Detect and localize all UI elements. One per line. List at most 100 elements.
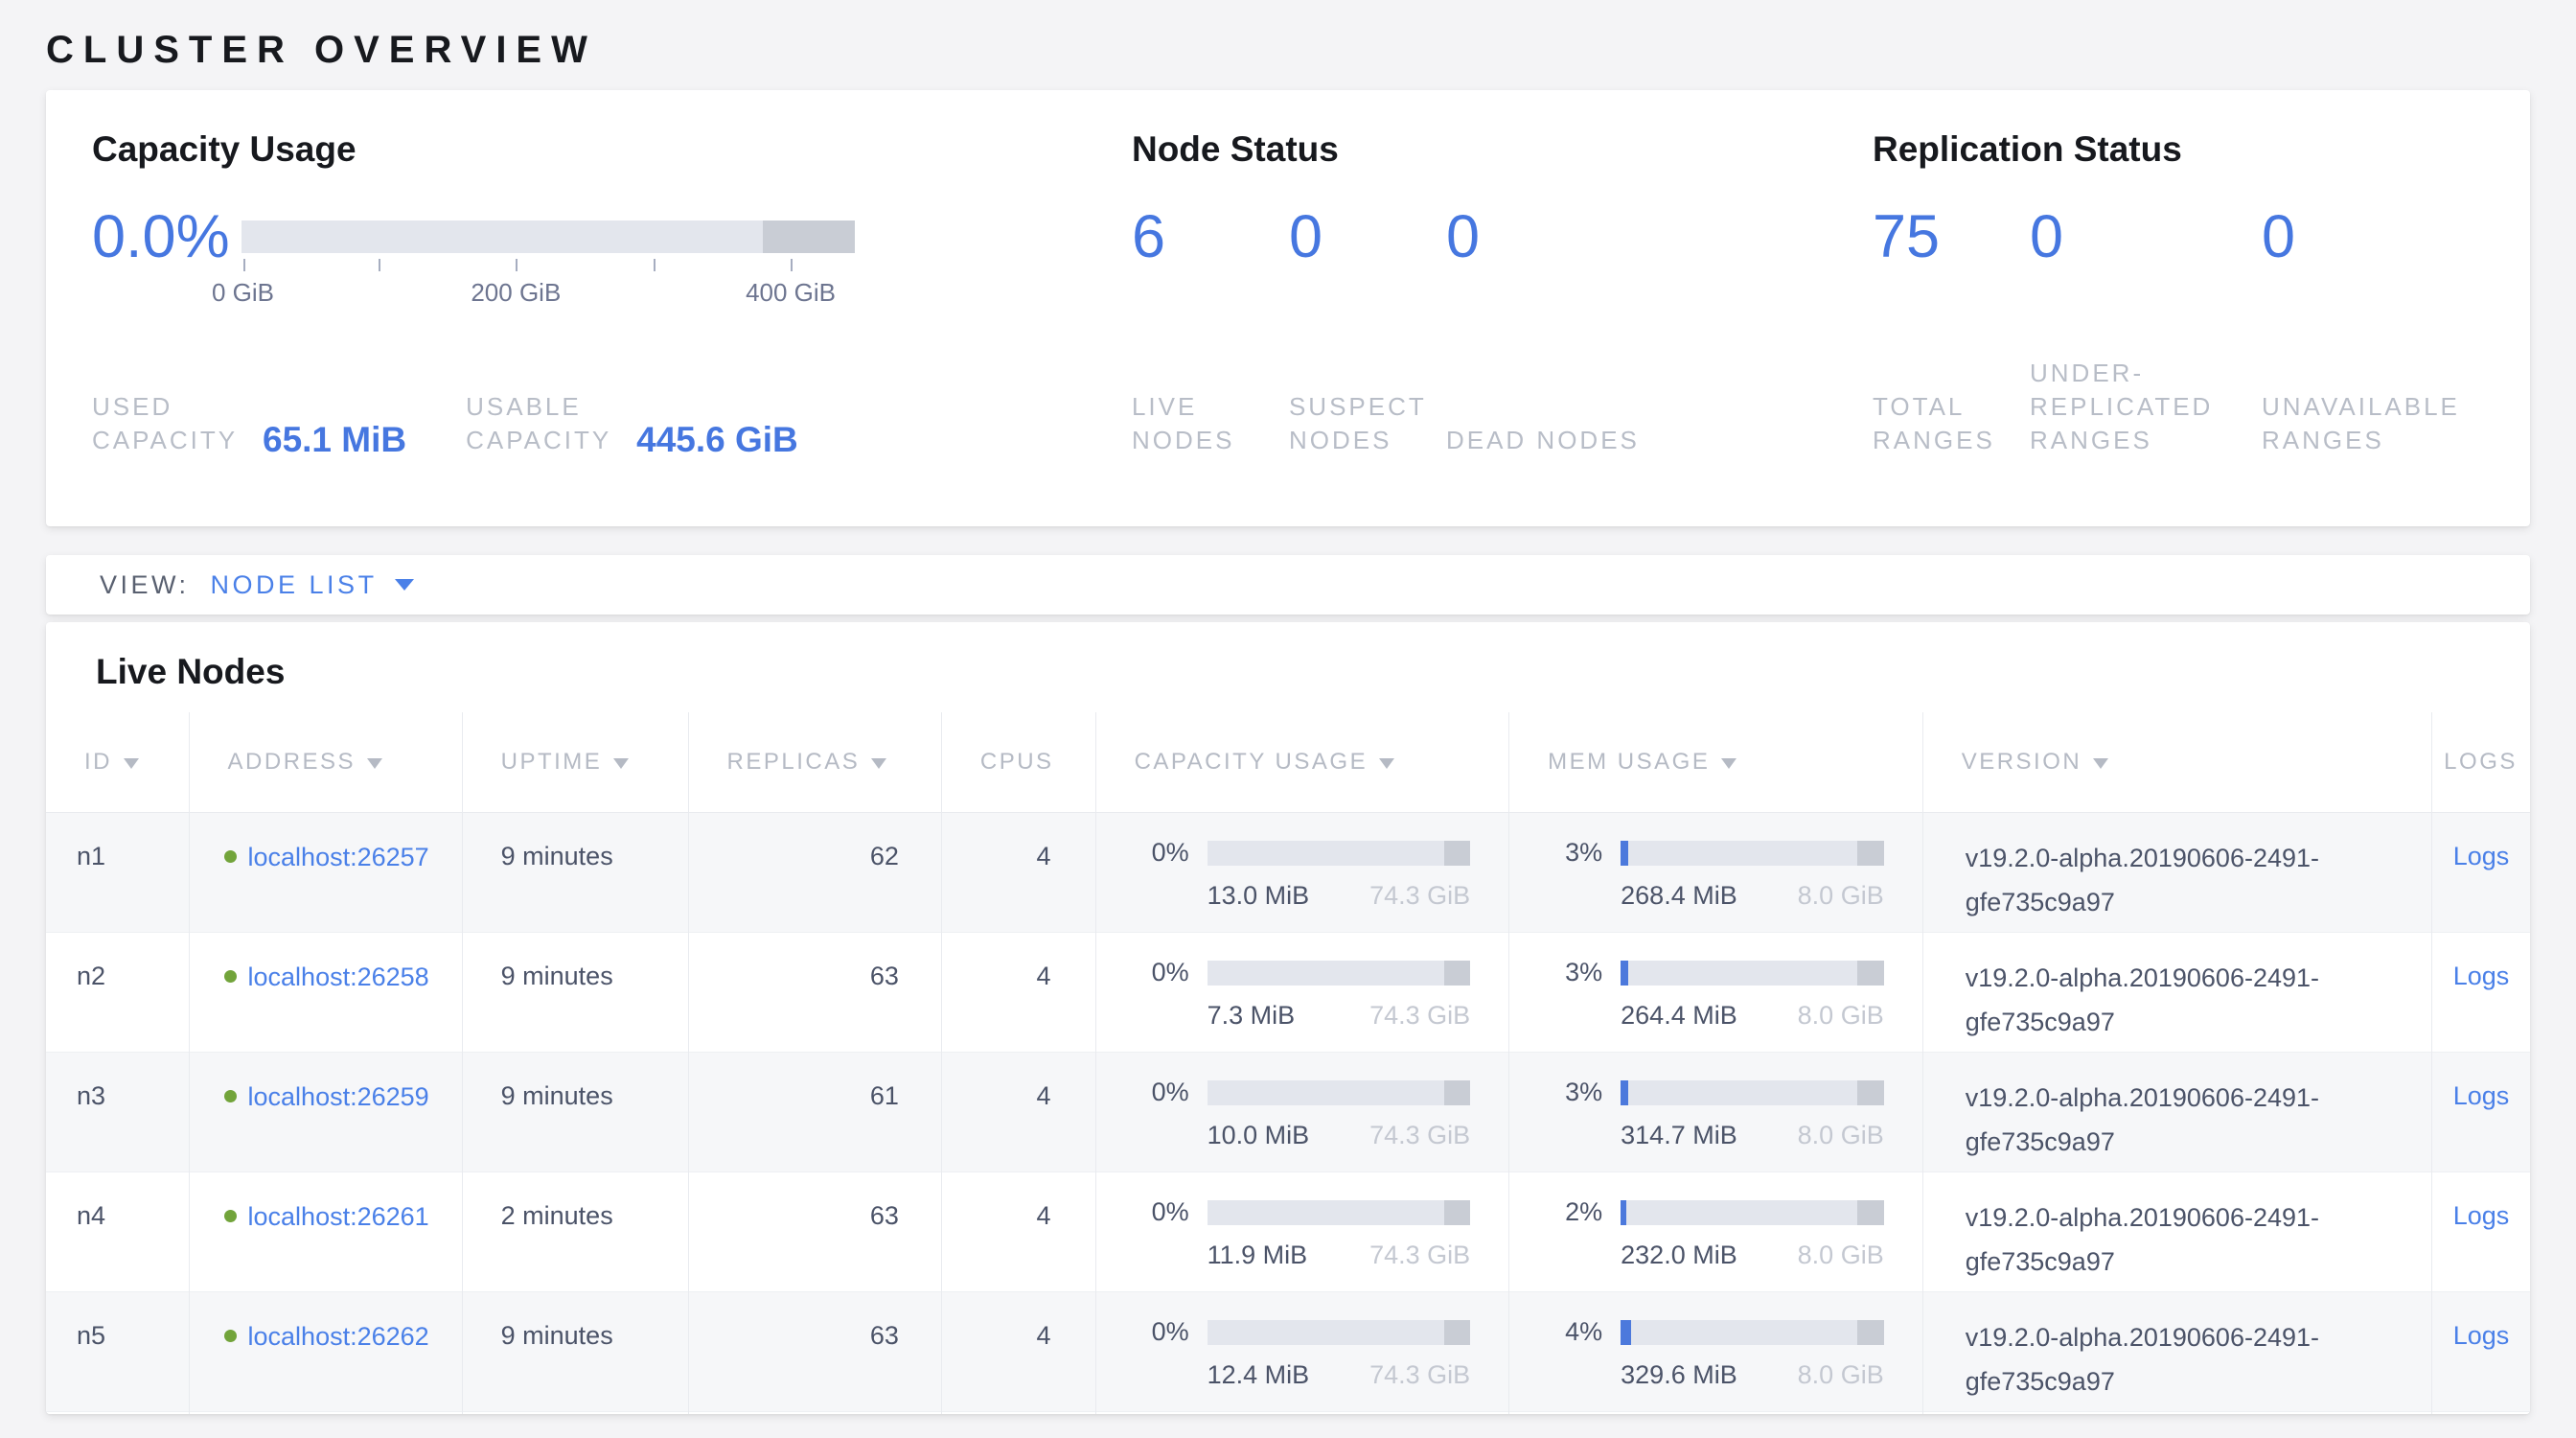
capacity-used-value: 11.9 MiB — [1208, 1241, 1308, 1270]
uptime-cell: 9 minutes — [462, 1292, 688, 1412]
capacity-bar-track — [242, 220, 855, 253]
column-header-mem[interactable]: MEM USAGE — [1509, 712, 1923, 813]
column-header-cpus: CPUS — [941, 712, 1095, 813]
logs-cell: Logs — [2432, 1053, 2530, 1172]
version-cell: v19.2.0-alpha.20190606-2491-gfe735c9a97 — [1922, 1053, 2431, 1172]
column-header-logs: LOGS — [2432, 712, 2530, 813]
capacity-bar: 0 GiB 200 GiB 400 GiB — [242, 220, 855, 270]
mem-usage-fill — [1621, 1200, 1625, 1225]
cpus-cell: 4 — [941, 1172, 1095, 1292]
cpus-cell: 4 — [941, 1292, 1095, 1412]
used-capacity-value: 65.1 MiB — [263, 420, 406, 460]
mem-usage-bar — [1621, 1320, 1884, 1345]
capacity-total-value: 74.3 GiB — [1369, 1001, 1470, 1031]
column-header-label: ADDRESS — [228, 749, 356, 775]
under-replicated-label: UNDER-REPLICATED RANGES — [2030, 357, 2239, 457]
node-address-link[interactable]: localhost:26258 — [248, 963, 429, 991]
mem-total-value: 8.0 GiB — [1798, 1360, 1884, 1390]
capacity-usage-cell: 0% 12.4 MiB 74.3 GiB — [1095, 1292, 1509, 1412]
axis-tick-label: 200 GiB — [471, 278, 561, 308]
node-address-cell: localhost:26262 — [189, 1292, 462, 1412]
replicas-cell: 61 — [688, 1053, 941, 1172]
view-label: VIEW: — [100, 570, 190, 600]
axis-tick-label: 400 GiB — [746, 278, 836, 308]
usable-capacity-label: USABLE CAPACITY — [466, 390, 615, 457]
column-header-label: CPUS — [980, 749, 1054, 775]
version-cell: v19.2.0-alpha.20190606-2491-gfe735c9a97 — [1922, 933, 2431, 1053]
capacity-total-value: 74.3 GiB — [1369, 1360, 1470, 1390]
mem-used-value: 264.4 MiB — [1621, 1001, 1737, 1031]
column-header-label: VERSION — [1962, 749, 2082, 775]
column-header-uptime[interactable]: UPTIME — [462, 712, 688, 813]
mem-total-value: 8.0 GiB — [1798, 1241, 1884, 1270]
replicas-cell: 63 — [688, 933, 941, 1053]
view-selector-dropdown[interactable]: NODE LIST — [211, 570, 414, 600]
column-header-address[interactable]: ADDRESS — [189, 712, 462, 813]
live-nodes-table: ID ADDRESS UPTIME REPLICAS CPUS CAPACITY USAG… — [46, 712, 2530, 1414]
capacity-percent-label: 0% — [1152, 958, 1198, 987]
partial-row-body — [46, 1412, 2530, 1415]
replication-status-section: Replication Status 75 0 0 TOTAL RANGES U… — [1873, 128, 2492, 457]
logs-link[interactable]: Logs — [2453, 962, 2510, 990]
mem-percent-label: 3% — [1565, 838, 1611, 868]
column-header-label: ID — [84, 749, 112, 775]
capacity-usage-bar — [1208, 1320, 1471, 1345]
column-header-replicas[interactable]: REPLICAS — [688, 712, 941, 813]
node-address-link[interactable]: localhost:26259 — [248, 1082, 429, 1111]
capacity-stats: USED CAPACITY 65.1 MiB USABLE CAPACITY 4… — [92, 390, 1132, 457]
axis-tick — [654, 259, 656, 271]
axis-tick — [791, 259, 793, 271]
usable-capacity-stat: USABLE CAPACITY 445.6 GiB — [466, 390, 798, 457]
replication-values: 75 0 0 — [1873, 203, 2492, 270]
node-status-labels: LIVE NODES SUSPECT NODES DEAD NODES — [1132, 390, 1873, 457]
version-cell: v19.2.0-alpha.20190606-2491-gfe735c9a97 — [1922, 1172, 2431, 1292]
capacity-used-value: 10.0 MiB — [1208, 1121, 1310, 1150]
logs-link[interactable]: Logs — [2453, 1321, 2510, 1350]
capacity-total-value: 74.3 GiB — [1369, 881, 1470, 911]
capacity-usage-bar — [1208, 1200, 1471, 1225]
column-header-label: UPTIME — [501, 749, 603, 775]
column-header-id[interactable]: ID — [46, 712, 189, 813]
capacity-total-value: 74.3 GiB — [1369, 1241, 1470, 1270]
logs-cell: Logs — [2432, 933, 2530, 1053]
replicas-cell: 63 — [688, 1292, 941, 1412]
capacity-usage-bar — [1208, 1080, 1471, 1105]
total-ranges-label: TOTAL RANGES — [1873, 390, 2007, 457]
view-selected-value: NODE LIST — [211, 570, 378, 600]
capacity-percent-label: 0% — [1152, 838, 1198, 868]
node-address-link[interactable]: localhost:26262 — [248, 1322, 429, 1351]
logs-link[interactable]: Logs — [2453, 1201, 2510, 1230]
sort-desc-icon — [124, 758, 139, 769]
table-row: n1 localhost:26257 9 minutes 62 4 0% 13.… — [46, 813, 2530, 933]
node-address-cell: localhost:26261 — [189, 1172, 462, 1292]
logs-cell: Logs — [2432, 1172, 2530, 1292]
node-id-cell: n1 — [46, 813, 189, 933]
total-ranges-count: 75 — [1873, 203, 2007, 270]
logs-cell: Logs — [2432, 813, 2530, 933]
summary-card: Capacity Usage 0.0% 0 GiB 200 GiB 400 Gi… — [46, 90, 2530, 526]
node-address-link[interactable]: localhost:26257 — [248, 843, 429, 871]
logs-link[interactable]: Logs — [2453, 842, 2510, 870]
mem-usage-bar — [1621, 961, 1884, 986]
column-header-cap[interactable]: CAPACITY USAGE — [1095, 712, 1509, 813]
uptime-cell: 2 minutes — [462, 1172, 688, 1292]
used-capacity-stat: USED CAPACITY 65.1 MiB — [92, 390, 406, 457]
column-header-label: REPLICAS — [727, 749, 861, 775]
axis-tick — [243, 259, 245, 271]
node-status-title: Node Status — [1132, 128, 1873, 171]
capacity-used-value: 12.4 MiB — [1208, 1360, 1310, 1390]
sort-desc-icon — [367, 758, 382, 769]
logs-link[interactable]: Logs — [2453, 1081, 2510, 1110]
live-nodes-table-body: n1 localhost:26257 9 minutes 62 4 0% 13.… — [46, 813, 2530, 1412]
node-address-link[interactable]: localhost:26261 — [248, 1202, 429, 1231]
live-nodes-label: LIVE NODES — [1132, 390, 1266, 457]
capacity-percent-label: 0% — [1152, 1197, 1198, 1227]
page-title: CLUSTER OVERVIEW — [46, 23, 2576, 77]
node-address-cell: localhost:26257 — [189, 813, 462, 933]
column-header-version[interactable]: VERSION — [1922, 712, 2431, 813]
column-header-label: MEM USAGE — [1548, 749, 1710, 775]
sort-desc-icon — [613, 758, 629, 769]
view-bar: VIEW: NODE LIST — [46, 555, 2530, 615]
table-row: n3 localhost:26259 9 minutes 61 4 0% 10.… — [46, 1053, 2530, 1172]
version-cell: v19.2.0-alpha.20190606-2491-gfe735c9a97 — [1922, 813, 2431, 933]
